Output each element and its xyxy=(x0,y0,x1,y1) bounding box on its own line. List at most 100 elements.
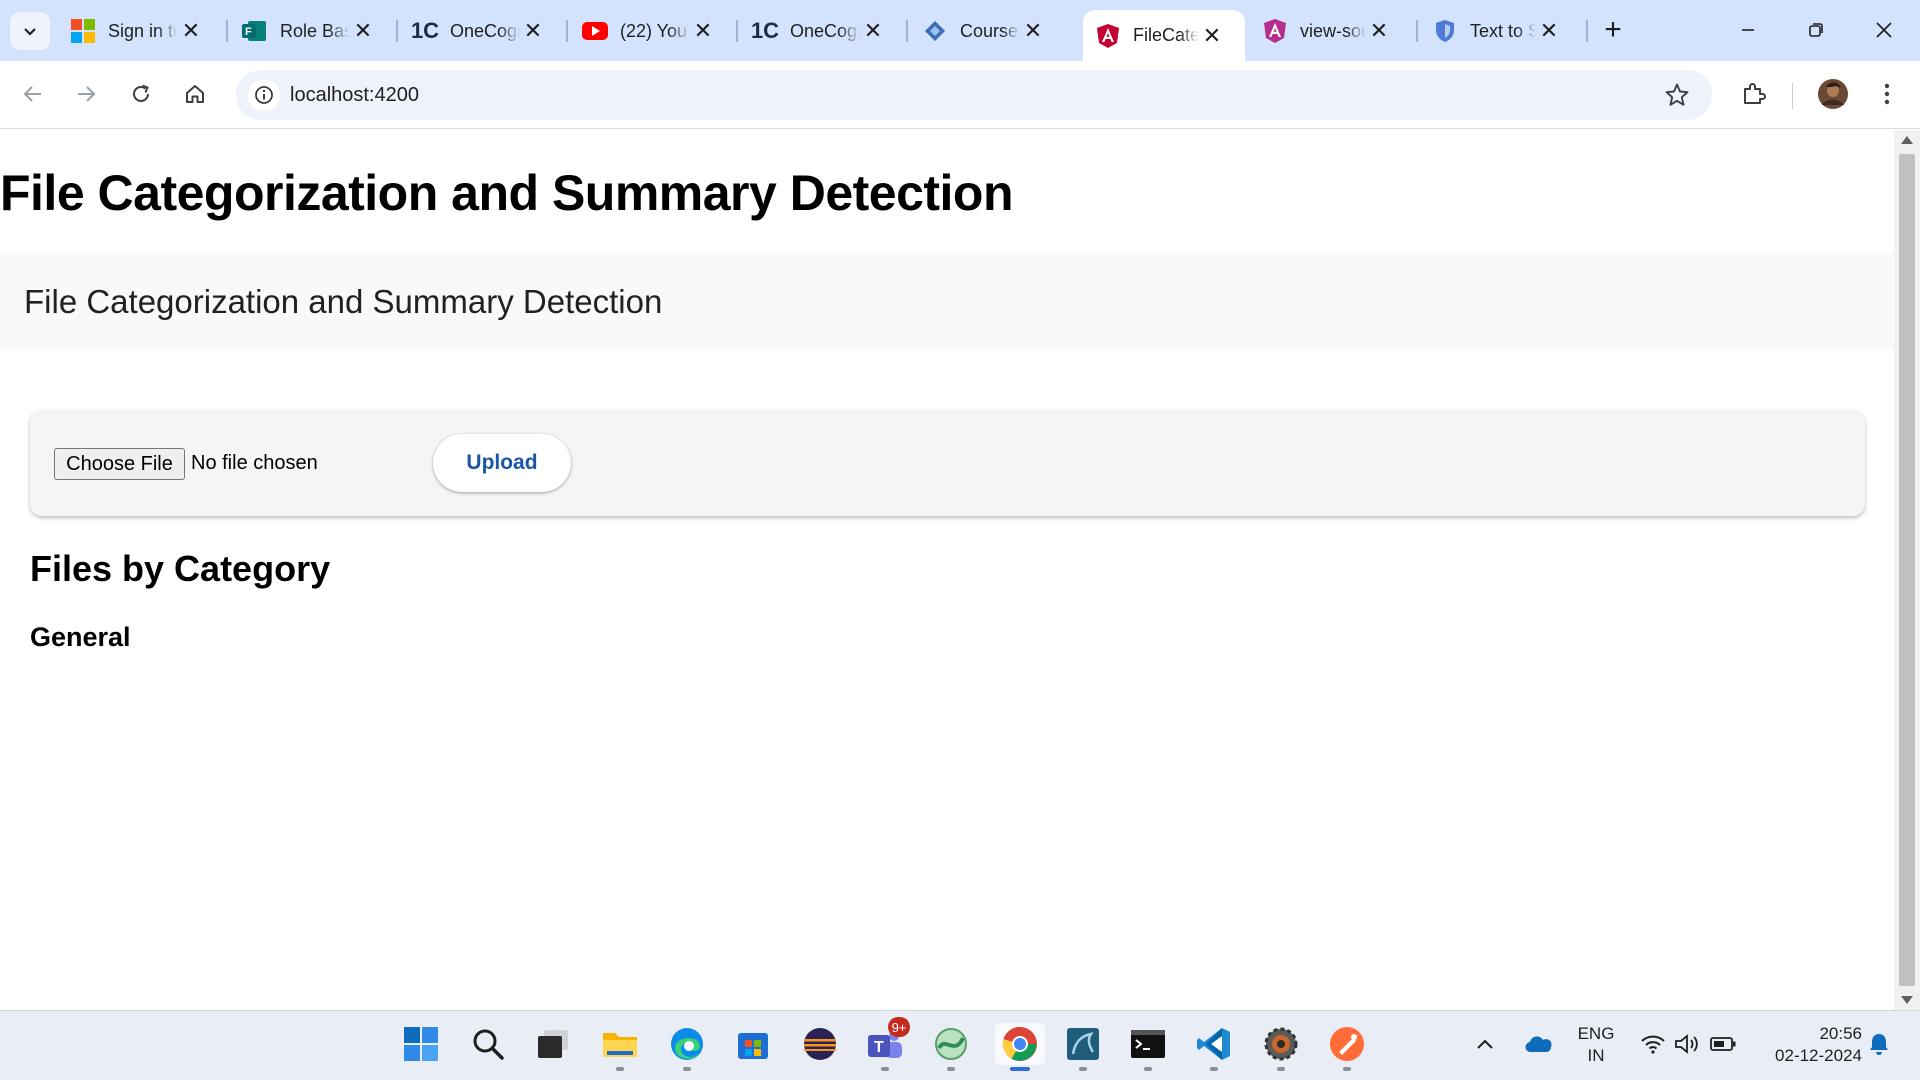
notification-bell-icon[interactable] xyxy=(1862,1023,1896,1065)
language-text: ENG xyxy=(1577,1024,1615,1043)
tab-title: Role Based xyxy=(280,20,350,41)
category-heading: General xyxy=(30,622,131,652)
tab-onecognizant-1[interactable]: 1C OneCognizant ✕ xyxy=(400,10,570,52)
tab-separator xyxy=(396,20,398,42)
teams-icon[interactable]: T 9+ xyxy=(864,1017,910,1071)
forward-button[interactable] xyxy=(65,73,107,115)
choose-file-button[interactable]: Choose File xyxy=(54,448,185,480)
tab-search-button[interactable] xyxy=(10,12,50,50)
page-scrollbar[interactable] xyxy=(1894,130,1920,1010)
running-indicator xyxy=(881,1067,889,1071)
url-text[interactable]: localhost:4200 xyxy=(290,84,419,107)
file-explorer-icon[interactable] xyxy=(599,1023,641,1071)
arrow-right-icon xyxy=(78,86,96,102)
close-icon[interactable]: ✕ xyxy=(1020,18,1046,44)
mysql-icon[interactable] xyxy=(1062,1023,1104,1071)
puzzle-icon xyxy=(1744,83,1766,104)
postman-icon[interactable] xyxy=(1326,1023,1368,1071)
scroll-up-arrow-icon[interactable] xyxy=(1901,136,1913,144)
reload-button[interactable] xyxy=(120,73,162,115)
battery-icon[interactable] xyxy=(1706,1023,1740,1065)
tab-title: Sign in to xyxy=(108,20,178,41)
svg-text:F: F xyxy=(245,26,252,38)
site-info-icon[interactable] xyxy=(248,79,280,111)
menu-button[interactable] xyxy=(1866,73,1908,115)
running-indicator xyxy=(947,1067,955,1071)
browser-tabstrip: Sign in to ✕ F Role Based ✕ 1C OneCogniz… xyxy=(0,0,1920,61)
page-title: File Categorization and Summary Detectio… xyxy=(0,165,1014,221)
files-by-category-heading: Files by Category xyxy=(30,548,331,589)
upload-button[interactable]: Upload xyxy=(433,434,571,492)
wifi-icon[interactable] xyxy=(1636,1023,1670,1065)
tab-filecategorization[interactable]: FileCategorization ✕ xyxy=(1083,10,1245,61)
chrome-icon[interactable] xyxy=(995,1023,1045,1071)
shield-icon xyxy=(1432,18,1458,44)
close-icon[interactable]: ✕ xyxy=(690,18,716,44)
tab-title: (22) YouTube xyxy=(620,20,690,41)
tab-onecognizant-2[interactable]: 1C OneCognizant ✕ xyxy=(740,10,910,52)
task-view-icon[interactable] xyxy=(532,1023,574,1065)
store-icon[interactable] xyxy=(732,1023,774,1065)
close-icon[interactable]: ✕ xyxy=(860,18,886,44)
new-tab-button[interactable]: + xyxy=(1593,12,1633,48)
arrow-left-icon xyxy=(23,86,41,102)
restore-button[interactable] xyxy=(1796,12,1836,48)
no-file-text: No file chosen xyxy=(191,452,318,474)
show-hidden-icons-chevron-up-icon[interactable] xyxy=(1470,1023,1500,1065)
tab-title: OneCognizant xyxy=(790,20,860,41)
forms-icon: F xyxy=(242,18,268,44)
extensions-button[interactable] xyxy=(1733,73,1775,115)
volume-icon[interactable] xyxy=(1670,1023,1704,1065)
close-icon[interactable]: ✕ xyxy=(178,18,204,44)
language-indicator[interactable]: ENG IN xyxy=(1570,1023,1622,1067)
clock-time: 20:56 xyxy=(1819,1024,1862,1043)
close-icon[interactable]: ✕ xyxy=(350,18,376,44)
scroll-thumb[interactable] xyxy=(1899,154,1915,986)
clock[interactable]: 20:56 02-12-2024 xyxy=(1752,1023,1862,1067)
maps-icon[interactable] xyxy=(930,1023,972,1071)
toolbar-divider xyxy=(1792,83,1793,109)
courses-icon xyxy=(922,18,948,44)
home-button[interactable] xyxy=(174,73,216,115)
vscode-icon[interactable] xyxy=(1193,1023,1235,1071)
tab-separator xyxy=(566,20,568,42)
running-indicator xyxy=(1210,1067,1218,1071)
tab-youtube[interactable]: (22) YouTube ✕ xyxy=(570,10,740,52)
tab-separator xyxy=(1586,20,1588,42)
terminal-icon[interactable] xyxy=(1127,1023,1169,1071)
close-icon[interactable]: ✕ xyxy=(1199,23,1225,49)
minimize-button[interactable] xyxy=(1728,12,1768,48)
scroll-down-arrow-icon[interactable] xyxy=(1901,996,1913,1004)
tab-view-source[interactable]: view-source ✕ xyxy=(1250,10,1412,52)
tab-text-to-speech[interactable]: Text to Speech ✕ xyxy=(1420,10,1582,52)
search-icon[interactable] xyxy=(467,1023,509,1065)
address-bar[interactable]: localhost:4200 xyxy=(236,70,1712,120)
bookmark-star-icon[interactable] xyxy=(1664,82,1690,113)
edge-icon[interactable] xyxy=(666,1023,708,1071)
tab-role-based[interactable]: F Role Based ✕ xyxy=(230,10,400,52)
close-window-button[interactable] xyxy=(1864,12,1904,48)
chevron-down-icon xyxy=(24,28,36,36)
upload-card: Choose File No file chosen Upload xyxy=(30,410,1865,516)
tab-title: FileCategorization xyxy=(1133,25,1199,45)
onedrive-cloud-icon[interactable] xyxy=(1522,1023,1556,1065)
reload-icon xyxy=(133,84,149,102)
tab-sign-in[interactable]: Sign in to ✕ xyxy=(58,10,218,52)
back-button[interactable] xyxy=(12,73,54,115)
profile-avatar[interactable] xyxy=(1812,73,1854,115)
tab-courses[interactable]: Courses ✕ xyxy=(910,10,1080,52)
close-icon[interactable]: ✕ xyxy=(1536,18,1562,44)
start-icon[interactable] xyxy=(400,1023,442,1065)
tab-separator xyxy=(906,20,908,42)
clock-date: 02-12-2024 xyxy=(1775,1046,1862,1065)
tab-separator xyxy=(1416,20,1418,42)
onecognizant-icon: 1C xyxy=(750,18,780,43)
settings-gear-icon[interactable] xyxy=(1260,1023,1302,1071)
navbar-title: File Categorization and Summary Detectio… xyxy=(24,283,663,320)
eclipse-icon[interactable] xyxy=(799,1023,841,1065)
minimize-icon xyxy=(1742,29,1754,31)
close-icon[interactable]: ✕ xyxy=(1366,18,1392,44)
angular-icon xyxy=(1262,18,1288,44)
close-icon[interactable]: ✕ xyxy=(520,18,546,44)
onecognizant-icon: 1C xyxy=(410,18,440,43)
